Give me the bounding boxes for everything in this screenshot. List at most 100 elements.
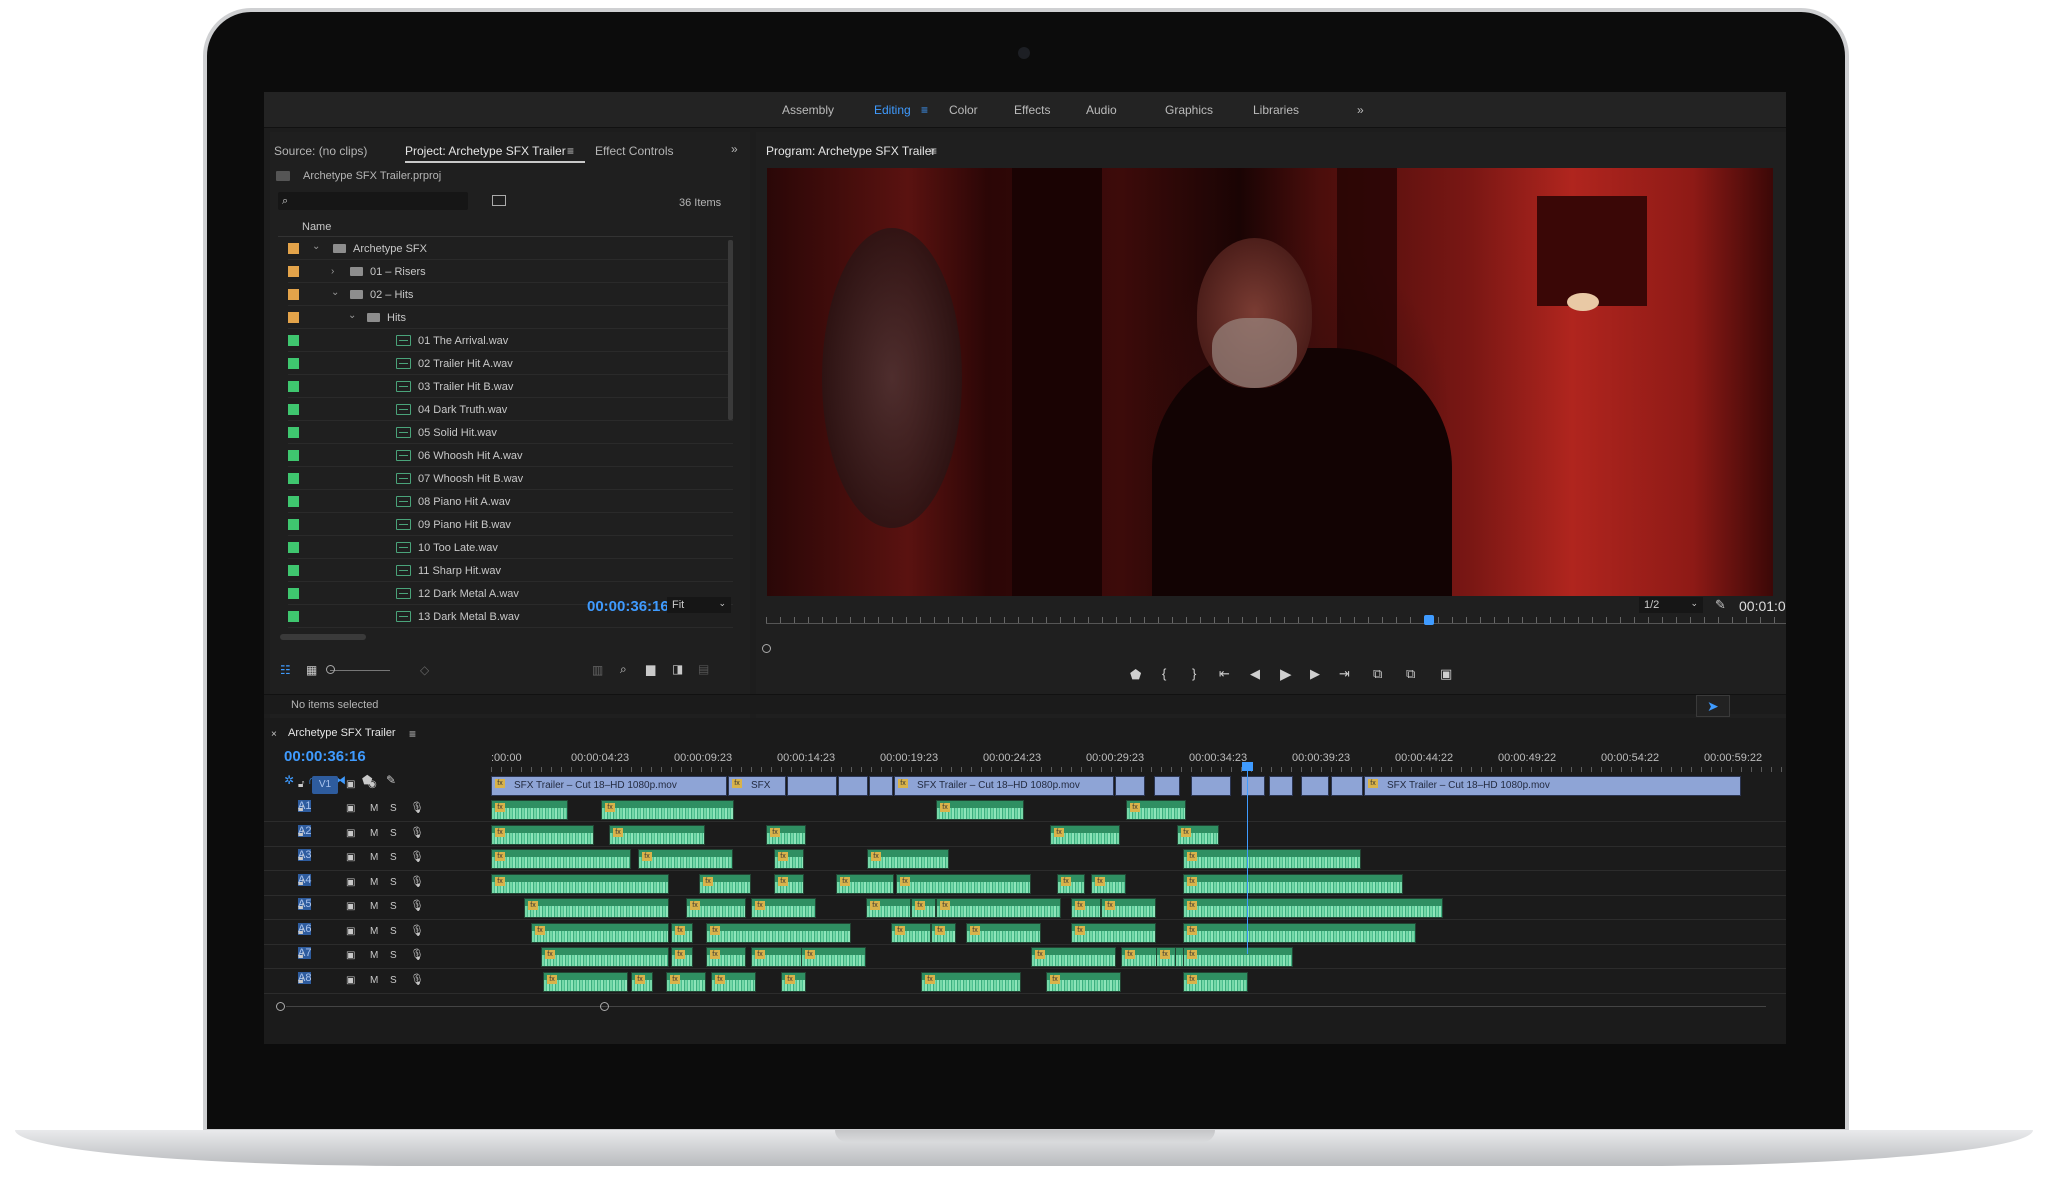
audio-clip[interactable]: fx [766,824,806,845]
audio-clip[interactable]: fx [931,922,956,943]
program-ruler[interactable] [766,623,1786,624]
audio-clip[interactable]: fx [836,873,894,894]
audio-clip[interactable]: fx [711,971,756,992]
audio-clip[interactable]: fx [751,898,816,918]
lock-icon[interactable]: 🔓︎ [298,901,304,913]
microphone-icon[interactable]: 🎙︎ [410,802,424,814]
solo-button[interactable]: S [390,877,397,889]
zoom-slider[interactable] [330,670,390,671]
clear-icon[interactable]: ▤ [698,663,709,675]
zoom-start-handle[interactable] [276,1002,285,1011]
list-item[interactable]: 08 Piano Hit A.wav [288,491,733,513]
workspace-effects[interactable]: Effects [1014,103,1050,117]
extract-icon[interactable]: ⧉ [1406,666,1415,682]
list-item[interactable]: 11 Sharp Hit.wav [288,560,733,582]
resolution-dropdown[interactable]: 1/2 ⌄ [1639,597,1703,613]
mute-button[interactable]: M [370,803,378,815]
video-clip-short[interactable] [1269,776,1293,796]
video-clip-short[interactable] [1191,776,1231,796]
playhead-handle-icon[interactable] [1242,762,1253,771]
chevron-down-icon[interactable]: ⌄ [348,310,356,321]
zoom-slider-handle[interactable] [326,665,335,674]
lock-icon[interactable]: 🔓︎ [298,828,304,840]
workspace-assembly[interactable]: Assembly [782,103,834,117]
sort-icon[interactable]: ◇ [420,664,429,676]
workspaces-overflow-icon[interactable]: » [1357,103,1364,117]
audio-clip[interactable]: fx [867,849,949,869]
list-item[interactable]: ⌄ Hits [288,307,733,329]
list-view-icon[interactable]: ☷ [280,664,291,676]
vertical-scrollbar[interactable] [728,240,733,420]
panel-menu-icon[interactable]: ≡ [409,728,416,740]
solo-button[interactable]: S [390,852,397,864]
project-search-input[interactable]: ⌕ [278,192,468,210]
audio-clip[interactable]: fx [706,947,746,967]
mark-in-icon[interactable]: { [1162,666,1166,681]
video-clip[interactable]: fx SFX [728,776,786,796]
audio-clip[interactable]: fx [524,898,669,918]
workspace-editing[interactable]: Editing [874,103,911,117]
audio-clip[interactable]: fx [966,922,1041,943]
new-bin-icon[interactable]: ▆ [646,663,655,675]
audio-clip[interactable]: fx [491,873,669,894]
audio-clip[interactable]: fx [936,800,1024,820]
list-item[interactable]: 01 The Arrival.wav [288,330,733,352]
find-icon[interactable]: ⌕ [620,663,627,675]
list-item[interactable]: 05 Solid Hit.wav [288,422,733,444]
audio-clip[interactable]: fx [1156,947,1176,967]
mute-button[interactable]: M [370,950,378,962]
step-back-icon[interactable]: ◀ [1250,666,1260,682]
workspace-libraries[interactable]: Libraries [1253,103,1299,117]
list-item[interactable]: › 01 – Risers [288,261,733,283]
microphone-icon[interactable]: 🎙︎ [410,876,424,888]
audio-clip[interactable]: fx [1183,849,1361,869]
list-item[interactable]: 09 Piano Hit B.wav [288,514,733,536]
sequence-tab[interactable]: Archetype SFX Trailer [288,727,396,739]
mark-out-icon[interactable]: } [1192,666,1196,681]
sync-lock-icon[interactable]: ▣ [346,901,355,913]
audio-clip[interactable]: fx [1101,898,1156,918]
audio-clip[interactable]: fx [1031,947,1116,967]
menu-icon[interactable]: ≡ [921,104,928,116]
sync-lock-icon[interactable]: ▣ [346,828,355,840]
video-clip-short[interactable] [1331,776,1363,796]
automate-icon[interactable]: ▥ [592,664,603,676]
video-clip-short[interactable] [1241,776,1265,796]
program-title[interactable]: Program: Archetype SFX Trailer [766,144,935,158]
audio-clip[interactable]: fx [531,922,669,943]
audio-clip[interactable]: fx [601,800,734,820]
workspace-color[interactable]: Color [949,103,978,117]
audio-clip[interactable]: fx [1046,971,1121,992]
video-clip-short[interactable] [787,776,837,796]
mute-button[interactable]: M [370,877,378,889]
mute-button[interactable]: M [370,852,378,864]
audio-clip[interactable]: fx [631,971,653,992]
chevron-right-icon[interactable]: › [331,266,334,277]
video-clip[interactable]: fx SFX Trailer – Cut 18–HD 1080p.mov [894,776,1114,796]
audio-clip[interactable]: fx [891,922,931,943]
list-item[interactable]: 03 Trailer Hit B.wav [288,376,733,398]
mute-button[interactable]: M [370,901,378,913]
lock-icon[interactable]: 🔓︎ [298,803,304,815]
audio-clip[interactable]: fx [801,947,866,967]
audio-clip[interactable]: fx [1183,971,1248,992]
sync-lock-icon[interactable]: ▣ [346,779,355,791]
timeline-timecode[interactable]: 00:00:36:16 [284,748,366,765]
audio-clip[interactable]: fx [866,898,911,918]
solo-button[interactable]: S [390,828,397,840]
tab-source[interactable]: Source: (no clips) [274,144,367,158]
audio-clip[interactable]: fx [699,873,751,894]
selection-tool-icon[interactable]: ➤ [1707,699,1719,713]
audio-clip[interactable]: fx [686,898,746,918]
audio-clip[interactable]: fx [541,947,669,967]
audio-clip[interactable]: fx [706,922,851,943]
audio-clip[interactable]: fx [1071,922,1156,943]
lock-icon[interactable]: 🔓︎ [298,975,304,987]
lock-icon[interactable]: 🔓︎ [298,950,304,962]
video-clip[interactable]: fx SFX Trailer – Cut 18–HD 1080p.mov [491,776,727,796]
video-clip-short[interactable] [1154,776,1180,796]
tab-project[interactable]: Project: Archetype SFX Trailer [405,144,566,158]
program-timecode[interactable]: 00:00:36:16 [587,598,669,615]
list-item[interactable]: ⌄ 02 – Hits [288,284,733,306]
eye-icon[interactable]: ◉ [368,779,377,791]
